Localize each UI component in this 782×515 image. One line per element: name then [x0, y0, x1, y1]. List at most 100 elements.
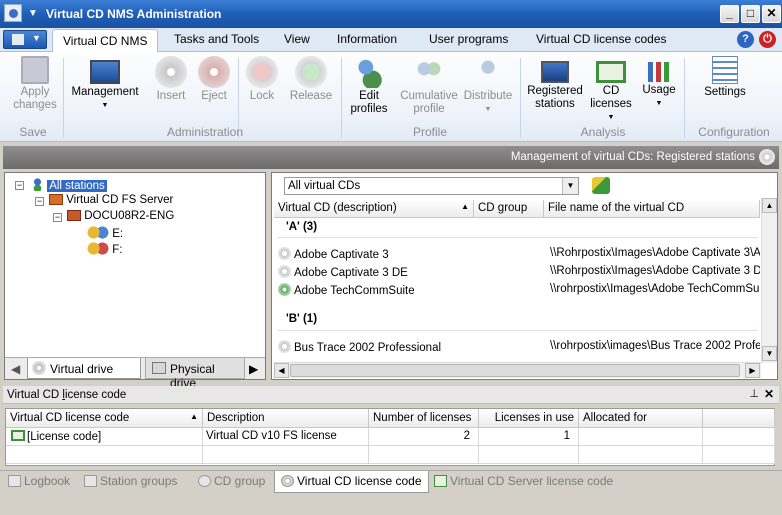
column-header-number-of-licenses[interactable]: Number of licenses: [369, 409, 479, 428]
tree-node-machine[interactable]: DOCU08R2-ENG: [67, 210, 174, 222]
tree-node-drive-e[interactable]: E:: [87, 226, 123, 240]
station-groups-icon: [84, 475, 97, 487]
lock-icon: [246, 56, 278, 88]
column-header-allocated-for[interactable]: Allocated for: [579, 409, 703, 428]
exit-icon[interactable]: ⏻: [759, 31, 776, 48]
cd-licenses-button[interactable]: CD licenses ▼: [588, 56, 634, 124]
tab-tasks-and-tools[interactable]: Tasks and Tools: [174, 32, 259, 46]
tree-node-all-stations[interactable]: All stations: [31, 178, 107, 192]
apply-changes-button[interactable]: Apply changes: [12, 56, 58, 112]
table-row[interactable]: [License code]: [6, 428, 203, 446]
bottom-tab-strip: Logbook Station groups CD group Virtual …: [0, 470, 782, 493]
application-menu-button[interactable]: ▼: [3, 30, 47, 49]
cd-green-icon: [278, 283, 291, 296]
cumulative-profile-button[interactable]: Cumulative profile: [399, 56, 459, 116]
window-title: Virtual CD NMS Administration: [46, 7, 222, 21]
list-item[interactable]: Bus Trace 2002 Professional: [278, 340, 478, 354]
scroll-right-icon[interactable]: ▶: [745, 363, 760, 378]
help-icon[interactable]: ?: [737, 31, 754, 48]
column-header-description[interactable]: Description: [203, 409, 369, 428]
group-header-a[interactable]: 'A' (3): [286, 221, 317, 233]
column-header-licenses-in-use[interactable]: Licenses in use: [479, 409, 579, 428]
status-band-text: Management of virtual CDs: Registered st…: [510, 151, 755, 163]
cd-icon: [278, 247, 291, 260]
tab-scroll-right-icon[interactable]: ▶: [249, 362, 258, 376]
list-item[interactable]: Adobe TechCommSuite: [278, 283, 478, 297]
horizontal-scrollbar[interactable]: ◀ ▶: [274, 362, 761, 378]
collapse-toggle[interactable]: −: [15, 181, 24, 190]
bar-chart-icon: [648, 62, 670, 82]
column-header-empty: [703, 409, 775, 428]
chevron-down-icon: ▼: [32, 33, 41, 43]
collapse-toggle[interactable]: −: [53, 213, 62, 222]
vertical-scrollbar[interactable]: ▲ ▼: [761, 198, 777, 363]
tab-physical-drive[interactable]: Physical drive: [145, 358, 245, 390]
column-header-cd-group[interactable]: CD group: [474, 200, 544, 218]
distribute-icon: [472, 56, 504, 88]
column-header-description[interactable]: Virtual CD (description) ▲: [274, 200, 474, 218]
tab-virtual-cd-nms[interactable]: Virtual CD NMS: [52, 29, 159, 53]
license-in-use-cell: 1: [479, 428, 579, 446]
edit-profiles-button[interactable]: Edit profiles: [346, 56, 392, 116]
tab-information[interactable]: Information: [337, 32, 397, 46]
scroll-left-icon[interactable]: ◀: [274, 363, 289, 378]
tree-node-server[interactable]: Virtual CD FS Server: [49, 194, 173, 206]
settings-button[interactable]: Settings: [700, 56, 750, 99]
cd-icon: [759, 149, 775, 165]
scroll-thumb[interactable]: [290, 364, 740, 377]
usage-button[interactable]: Usage ▼: [640, 56, 678, 110]
close-button[interactable]: ✕: [762, 5, 781, 23]
quick-access-dropdown-icon[interactable]: ▼: [28, 8, 38, 19]
empty-cell: [703, 428, 775, 446]
pin-icon[interactable]: ⊥: [749, 387, 759, 400]
minimize-button[interactable]: _: [720, 5, 739, 23]
tab-user-programs[interactable]: User programs: [429, 32, 508, 46]
tab-cd-group[interactable]: CD group: [198, 474, 265, 488]
empty-cell: [479, 446, 579, 464]
virtual-drive-icon: [32, 361, 46, 375]
tab-scroll-left-icon[interactable]: ◀: [11, 362, 20, 376]
insert-button[interactable]: Insert: [150, 56, 192, 103]
drive-lock-icon: [87, 242, 109, 255]
tree-tab-strip: ◀ Virtual drive Physical drive ▶: [5, 357, 265, 390]
tab-station-groups[interactable]: Station groups: [84, 474, 177, 488]
refresh-icon[interactable]: [592, 177, 610, 194]
tab-virtual-drive[interactable]: Virtual drive: [27, 358, 141, 379]
scroll-up-icon[interactable]: ▲: [762, 198, 777, 213]
drive-lock-icon: [87, 226, 109, 239]
close-icon[interactable]: ✕: [764, 387, 774, 401]
list-item[interactable]: Adobe Captivate 3: [278, 247, 478, 261]
management-button[interactable]: Management ▼: [68, 56, 142, 112]
distribute-button[interactable]: Distribute ▼: [461, 56, 515, 116]
tab-license-codes[interactable]: Virtual CD license codes: [536, 32, 667, 46]
tree-node-drive-f[interactable]: F:: [87, 242, 122, 256]
floppy-disk-icon: [21, 56, 49, 84]
list-item[interactable]: Adobe Captivate 3 DE: [278, 265, 478, 279]
station-tree-panel: − All stations − Virtual CD FS Server − …: [4, 172, 266, 390]
settings-list-icon: [712, 56, 738, 84]
registered-stations-button[interactable]: Registered stations: [526, 56, 584, 111]
column-header-file-name[interactable]: File name of the virtual CD: [544, 200, 760, 218]
tab-virtual-cd-license-code[interactable]: Virtual CD license code: [274, 471, 429, 493]
column-header-license-code[interactable]: Virtual CD license code ▲: [6, 409, 203, 428]
scroll-down-icon[interactable]: ▼: [762, 346, 777, 361]
cd-license-icon: [281, 475, 294, 487]
tab-view[interactable]: View: [284, 32, 310, 46]
app-icon[interactable]: [4, 4, 22, 22]
group-header-b[interactable]: 'B' (1): [286, 313, 317, 325]
cd-icon: [278, 265, 291, 278]
tab-logbook[interactable]: Logbook: [8, 474, 70, 488]
release-button[interactable]: Release: [288, 56, 334, 103]
lock-button[interactable]: Lock: [244, 56, 280, 103]
computer-icon: [67, 210, 81, 221]
tab-server-license-code[interactable]: Virtual CD Server license code: [434, 474, 613, 488]
cd-filter-select[interactable]: All virtual CDs ▼: [284, 177, 579, 195]
cd-insert-icon: [155, 56, 187, 88]
file-name-cell: \\rohrpostix\Images\Adobe TechCommSuite: [550, 283, 760, 295]
group-save-label: Save: [19, 125, 47, 139]
maximize-button[interactable]: □: [741, 5, 760, 23]
chevron-down-icon[interactable]: ▼: [562, 178, 578, 194]
eject-button[interactable]: Eject: [196, 56, 232, 103]
collapse-toggle[interactable]: −: [35, 197, 44, 206]
station-monitor-icon: [541, 61, 569, 83]
